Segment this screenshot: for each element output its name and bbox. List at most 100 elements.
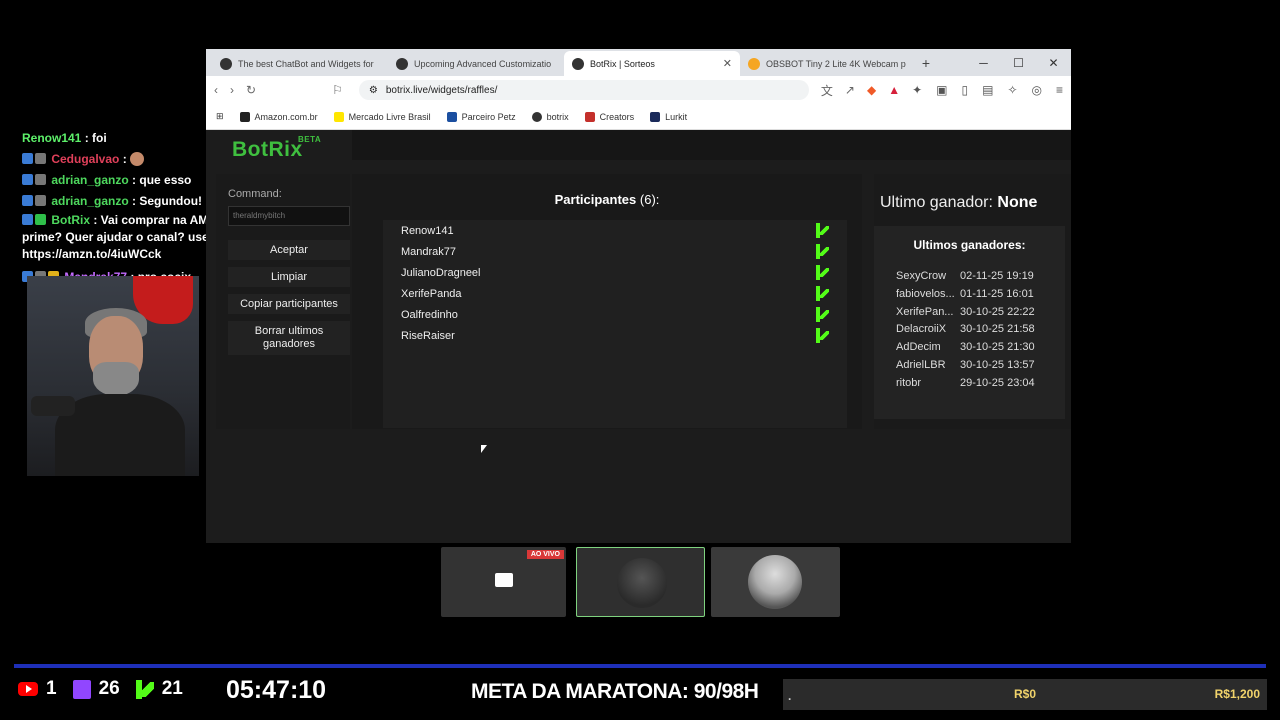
chat-username: Renow141: [22, 131, 82, 145]
winner-row: fabiovelos... 01-11-25 16:01: [896, 287, 1034, 300]
chat-username: adrian_ganzo: [51, 194, 129, 208]
youtube-icon: [18, 682, 38, 696]
participant-row: Renow141: [383, 220, 847, 241]
prime-badge-icon: [22, 174, 33, 185]
kick-icon: [816, 265, 829, 280]
menu-icon[interactable]: ≡: [1056, 83, 1063, 97]
botrix-logo[interactable]: BotRix BETA: [232, 135, 321, 162]
mouse-cursor-icon: [481, 445, 487, 453]
chat-text: : foi: [81, 131, 107, 145]
tab-obsbot[interactable]: OBSBOT Tiny 2 Lite 4K Webcam p: [740, 51, 916, 76]
kick-icon: [816, 244, 829, 259]
bookmark-creators[interactable]: Creators: [584, 111, 634, 122]
chat-text: :: [119, 152, 131, 166]
participant-row: JulianoDragneel: [383, 262, 847, 283]
close-tab-icon[interactable]: ✕: [723, 57, 732, 70]
command-input[interactable]: theraldmybitch: [228, 206, 350, 226]
command-label: Command:: [228, 188, 282, 200]
share-icon[interactable]: ↗: [845, 83, 855, 97]
microphone-icon: [31, 396, 75, 416]
copy-participants-button[interactable]: Copiar participantes: [228, 294, 350, 314]
raffle-controls: Command: theraldmybitch Aceptar Limpiar …: [216, 174, 350, 429]
site-info-icon[interactable]: ⚙: [369, 85, 378, 96]
extensions-icon[interactable]: ✦: [912, 83, 922, 97]
botrix-raffle-page: BotRix BETA Command: theraldmybitch Acep…: [206, 130, 1071, 543]
minimize-icon[interactable]: ─: [966, 51, 1001, 76]
wallet-icon[interactable]: ▤: [982, 83, 993, 97]
recent-winners: Ultimos ganadores: SexyCrow 02-11-25 19:1…: [874, 226, 1065, 419]
chat-text: : que esso: [128, 173, 192, 187]
winner-row: DelacroiiX 30-10-25 21:58: [896, 323, 1035, 336]
forward-icon[interactable]: ›: [230, 83, 234, 97]
leo-icon[interactable]: ✧: [1007, 83, 1017, 97]
screenshot-icon[interactable]: ▣: [936, 83, 947, 97]
marathon-goal: META DA MARATONA: 90/98H: [471, 680, 759, 703]
accept-button[interactable]: Aceptar: [228, 240, 350, 260]
monitor-icon: [495, 573, 513, 587]
participants-panel: Participantes (6): Renow141 Mandrak77 Ju…: [352, 174, 862, 429]
tab-chatbot[interactable]: The best ChatBot and Widgets for: [212, 51, 388, 76]
kick-icon: [816, 286, 829, 301]
winner-row: AdDecim 30-10-25 21:30: [896, 341, 1035, 354]
bookmark-botrix[interactable]: botrix: [531, 111, 569, 122]
kick-icon: [135, 679, 154, 699]
brave-rewards-icon[interactable]: ▲: [888, 83, 900, 97]
kick-icon: [816, 307, 829, 322]
participant-row: RiseRaiser: [383, 325, 847, 346]
reload-icon[interactable]: ↻: [246, 83, 256, 97]
winners-panel: Ultimo ganador: None Ultimos ganadores: …: [874, 174, 1071, 429]
participants-title: Participantes (6):: [554, 192, 660, 207]
twitch-icon: [72, 679, 91, 699]
beta-label: BETA: [298, 135, 322, 144]
sub-badge-icon: [35, 195, 46, 206]
apps-icon[interactable]: ⊞: [216, 111, 224, 122]
sub-badge-icon: [35, 153, 46, 164]
winner-row: ritobr 29-10-25 23:04: [896, 376, 1035, 389]
brave-shield-icon[interactable]: ◆: [867, 83, 876, 97]
translate-icon[interactable]: 文: [821, 82, 833, 99]
bookmark-amazon[interactable]: Amazon.com.br: [239, 111, 318, 122]
scene-thumb-screen[interactable]: AO VIVO: [441, 547, 566, 617]
kick-viewers: 21: [135, 678, 183, 700]
kick-icon: [816, 223, 829, 238]
maximize-icon[interactable]: ☐: [1001, 51, 1036, 76]
bookmark-petz[interactable]: Parceiro Petz: [446, 111, 516, 122]
bookmark-mercadolivre[interactable]: Mercado Livre Brasil: [333, 111, 431, 122]
back-icon[interactable]: ‹: [214, 83, 218, 97]
webcam-feed: [27, 276, 199, 476]
tab-sorteos[interactable]: BotRix | Sorteos ✕: [564, 51, 740, 76]
twitch-viewers: 26: [72, 678, 120, 700]
prime-badge-icon: [22, 153, 33, 164]
prime-badge-icon: [22, 195, 33, 206]
clear-winners-button[interactable]: Borrar ultimos ganadores: [228, 321, 350, 355]
bookmarks-bar: ⊞ Amazon.com.br Mercado Livre Brasil Par…: [206, 104, 1071, 130]
chat-username: Cedugalvao: [51, 152, 120, 166]
scene-thumb-helmet[interactable]: [576, 547, 705, 617]
avatar: [748, 555, 802, 609]
chat-username: BotRix: [51, 213, 91, 227]
kick-icon: [816, 328, 829, 343]
scene-thumb-avatar[interactable]: [711, 547, 840, 617]
nav-bar: ‹ › ↻ ⚐ ⚙ botrix.live/widgets/raffles/ 文…: [206, 76, 1071, 104]
bookmark-icon[interactable]: ⚐: [332, 83, 343, 97]
new-tab-button[interactable]: +: [916, 51, 936, 76]
address-bar[interactable]: ⚙ botrix.live/widgets/raffles/: [358, 80, 809, 100]
emote-icon: [130, 152, 145, 166]
sidebar-icon[interactable]: ▯: [961, 83, 968, 97]
stream-timer: 05:47:10: [226, 676, 327, 704]
clear-button[interactable]: Limpiar: [228, 267, 350, 287]
vpn-icon[interactable]: ◎: [1032, 83, 1042, 97]
youtube-viewers: 1: [18, 678, 57, 700]
chat-username: adrian_ganzo: [51, 173, 129, 187]
tab-upcoming[interactable]: Upcoming Advanced Customizatio: [388, 51, 564, 76]
bookmark-lurkit[interactable]: Lurkit: [650, 111, 687, 122]
close-window-icon[interactable]: ✕: [1036, 51, 1071, 76]
participant-row: XerifePanda: [383, 283, 847, 304]
botrix-favicon-icon: [396, 57, 408, 70]
helmet-icon: [617, 558, 667, 608]
bot-badge-icon: [35, 214, 46, 225]
participant-row: Mandrak77: [383, 241, 847, 262]
winner-row: XerifePan... 30-10-25 22:22: [896, 305, 1035, 318]
browser-window: The best ChatBot and Widgets for Upcomin…: [206, 49, 1071, 543]
amazon-favicon-icon: [748, 57, 760, 70]
